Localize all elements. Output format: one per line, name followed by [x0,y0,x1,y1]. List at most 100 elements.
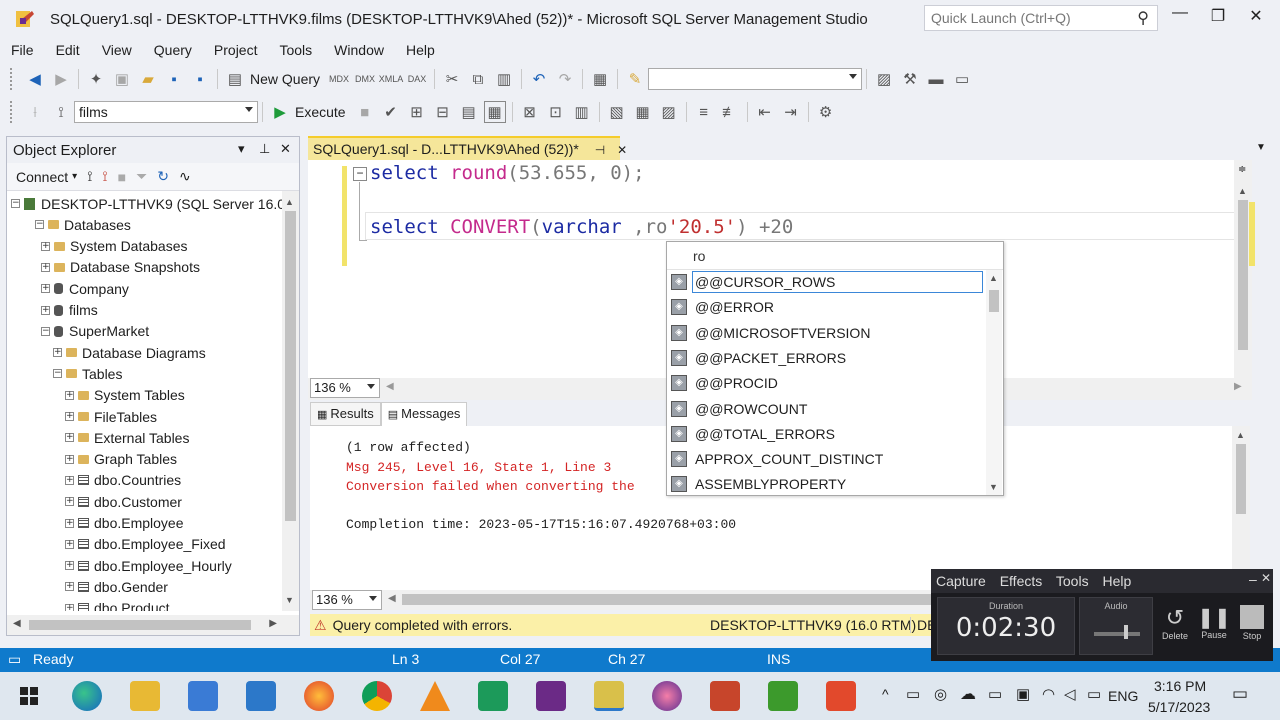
connect-icon[interactable]: ⟊ [24,101,46,123]
intellisense-scrollbar[interactable]: ▲ ▼ [986,270,1002,495]
parse-icon[interactable]: ✔ [380,101,402,123]
camtasia-red-icon[interactable] [826,681,856,711]
tree-node[interactable]: + films [41,300,98,321]
pin-icon[interactable]: ⊥ [259,141,270,157]
scroll-thumb[interactable] [989,290,999,312]
capture-menu-capture[interactable]: Capture [936,573,986,589]
connect-dropdown-icon[interactable]: ▾ [72,171,77,182]
notification-icon[interactable]: ▭ [1232,684,1248,704]
clock-date[interactable]: 5/17/2023 [1148,699,1210,715]
menu-project[interactable]: Project [207,42,265,58]
toolbox-icon[interactable]: ▬ [925,68,947,90]
menu-edit[interactable]: Edit [49,42,87,58]
results-to-text-icon[interactable]: ▤ [458,101,480,123]
delete-button[interactable]: ↺ Delete [1157,605,1193,641]
uncomment-icon[interactable]: ≢ [719,101,741,123]
connect-plug-icon[interactable]: ⟟ [87,168,92,185]
expand-icon[interactable]: + [53,348,62,358]
menu-query[interactable]: Query [147,42,199,58]
new-query-button[interactable]: New Query [250,71,320,87]
toolbar-grip[interactable] [10,101,14,123]
tab-overflow-icon[interactable]: ▼ [1256,142,1266,153]
live-stats-icon[interactable]: ⊡ [545,101,567,123]
audio-slider-handle[interactable] [1124,625,1128,639]
restore-icon[interactable]: ❐ [1208,6,1228,26]
onedrive-icon[interactable]: ☁ [960,684,976,704]
menu-help[interactable]: Help [399,42,442,58]
expand-icon[interactable]: + [41,284,50,294]
expand-icon[interactable]: + [65,412,74,421]
app-icon[interactable] [478,681,508,711]
scroll-thumb[interactable] [1238,200,1248,350]
messages-scrollbar[interactable]: ▲ [1232,426,1250,590]
collapse-icon[interactable]: − [53,369,62,379]
scroll-left-icon[interactable]: ◀ [13,618,21,629]
refresh-icon[interactable]: ↻ [157,168,169,185]
expand-icon[interactable]: + [41,262,50,272]
connect-button[interactable]: Connect [16,169,68,185]
intellisense-item[interactable]: ◈ @@PROCID [669,371,983,395]
tree-node[interactable]: + dbo.Product [65,598,170,611]
stop-icon[interactable]: ■ [118,169,126,185]
intellisense-popup[interactable]: ro ◈ @@CURSOR_ROWS ◈ @@ERROR ◈ @@MICROSOFTVER… [666,241,1004,496]
tree-node[interactable]: + dbo.Employee_Fixed [65,534,226,555]
tree-node[interactable]: + External Tables [65,427,189,448]
new-query-icon[interactable]: ▤ [224,68,246,90]
collapse-icon[interactable]: − [41,326,50,336]
hex-editor-icon[interactable] [536,681,566,711]
client-stats-icon[interactable]: ▥ [571,101,593,123]
tab-messages[interactable]: ▤ Messages [380,402,468,426]
store-icon[interactable] [188,681,218,711]
scroll-up-icon[interactable]: ▲ [989,273,998,283]
open-file-icon[interactable]: ▰ [137,68,159,90]
intellisense-item[interactable]: ◈ @@MICROSOFTVERSION [669,321,983,345]
results-to-grid-icon[interactable]: ▦ [483,101,506,123]
tree-node[interactable]: + dbo.Customer [65,491,182,512]
filter-icon[interactable]: ⏷ [136,168,147,185]
tree-vertical-scrollbar[interactable]: ▲ ▼ [282,191,299,611]
expand-icon[interactable]: + [65,539,74,549]
intellisense-item[interactable]: ◈ APPROX_COUNT_DISTINCT [669,447,983,471]
tree-node[interactable]: + System Databases [41,236,188,257]
close-tab-icon[interactable]: ✕ [617,143,627,157]
scroll-left-icon[interactable]: ◀ [388,593,396,604]
code-line-1[interactable]: select round(53.655, 0); [370,162,645,184]
tree-node[interactable]: + dbo.Employee_Hourly [65,555,232,576]
minimize-icon[interactable]: — [1170,4,1190,22]
tab-results[interactable]: ▦ Results [310,402,381,426]
ssms-taskbar-icon[interactable] [594,681,624,711]
camtasia-green-icon[interactable] [768,681,798,711]
intellisense-item[interactable]: ◈ @@ROWCOUNT [669,397,983,421]
execute-button[interactable]: Execute [295,104,346,120]
expand-icon[interactable]: + [65,603,74,611]
minimize-icon[interactable]: – [1249,571,1257,587]
menu-view[interactable]: View [95,42,139,58]
tray-network-icon[interactable]: ▭ [906,685,920,703]
menu-file[interactable]: File [4,42,41,58]
dmx-query-icon[interactable]: DMX [354,68,376,90]
intellisense-item[interactable]: ◈ @@PACKET_ERRORS [669,346,983,370]
decrease-indent-icon[interactable]: ⇤ [754,101,776,123]
close-icon[interactable]: ✕ [1261,571,1271,585]
hscroll-thumb[interactable] [29,620,251,630]
intellisense-item[interactable]: ◈ ASSEMBLYPROPERTY [669,472,983,496]
results-text-icon[interactable]: ▧ [606,101,628,123]
new-project-icon[interactable]: ✦ [85,68,107,90]
tree-node[interactable]: + Database Diagrams [53,342,206,363]
clock-time[interactable]: 3:16 PM [1154,678,1206,694]
tree-node[interactable]: + dbo.Gender [65,576,168,597]
execute-icon[interactable]: ▶ [269,101,291,123]
expand-icon[interactable]: + [65,454,74,464]
expand-icon[interactable]: + [65,390,74,400]
results-grid-icon[interactable]: ▦ [632,101,654,123]
panel-menu-icon[interactable]: ▾ [238,141,245,157]
expand-icon[interactable]: + [65,433,74,443]
save-all-icon[interactable]: ▪ [189,68,211,90]
scroll-up-icon[interactable]: ▲ [285,197,294,207]
tree-node[interactable]: − DESKTOP-LTTHVK9 (SQL Server 16.0.10 [11,193,299,214]
stop-button[interactable]: Stop [1234,605,1270,641]
hscroll-thumb[interactable] [402,594,962,605]
scroll-right-icon[interactable]: ▶ [1234,381,1242,392]
tools-icon[interactable]: ⚒ [899,68,921,90]
tray-webcam-icon[interactable]: ◎ [934,685,947,703]
